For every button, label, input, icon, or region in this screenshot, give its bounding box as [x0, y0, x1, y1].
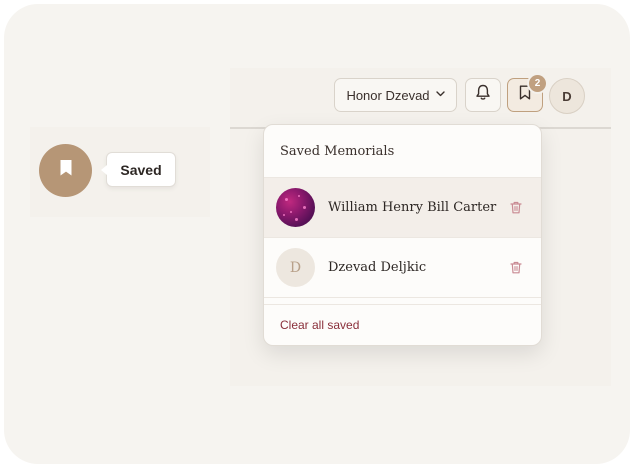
saved-memorial-item[interactable]: D Dzevad Deljkic — [264, 238, 541, 298]
saved-fab-button[interactable] — [39, 144, 92, 197]
memorial-initial-avatar: D — [276, 248, 315, 287]
saved-memorials-dropdown: Saved Memorials William Henry Bill Carte… — [263, 124, 542, 346]
saved-count-badge: 2 — [529, 75, 546, 92]
trash-icon[interactable] — [509, 201, 523, 215]
dropdown-divider — [264, 298, 541, 305]
trash-icon[interactable] — [509, 261, 523, 275]
memorial-photo-avatar — [276, 188, 315, 227]
memorial-name: William Henry Bill Carter — [328, 200, 497, 215]
user-menu-label: Honor Dzevad — [346, 87, 430, 103]
memorial-name: Dzevad Deljkic — [328, 260, 427, 275]
bell-icon — [475, 84, 491, 106]
bookmark-filled-icon — [59, 159, 73, 182]
user-menu-button[interactable]: Honor Dzevad — [334, 78, 457, 112]
clear-all-saved-link[interactable]: Clear all saved — [264, 305, 541, 345]
saved-tooltip: Saved — [101, 152, 176, 187]
saved-memorial-item[interactable]: William Henry Bill Carter — [264, 178, 541, 238]
dropdown-title: Saved Memorials — [264, 125, 541, 178]
notifications-button[interactable] — [465, 78, 501, 112]
user-avatar[interactable]: D — [549, 78, 585, 114]
bookmark-icon — [519, 85, 531, 105]
chevron-down-icon — [435, 89, 445, 100]
